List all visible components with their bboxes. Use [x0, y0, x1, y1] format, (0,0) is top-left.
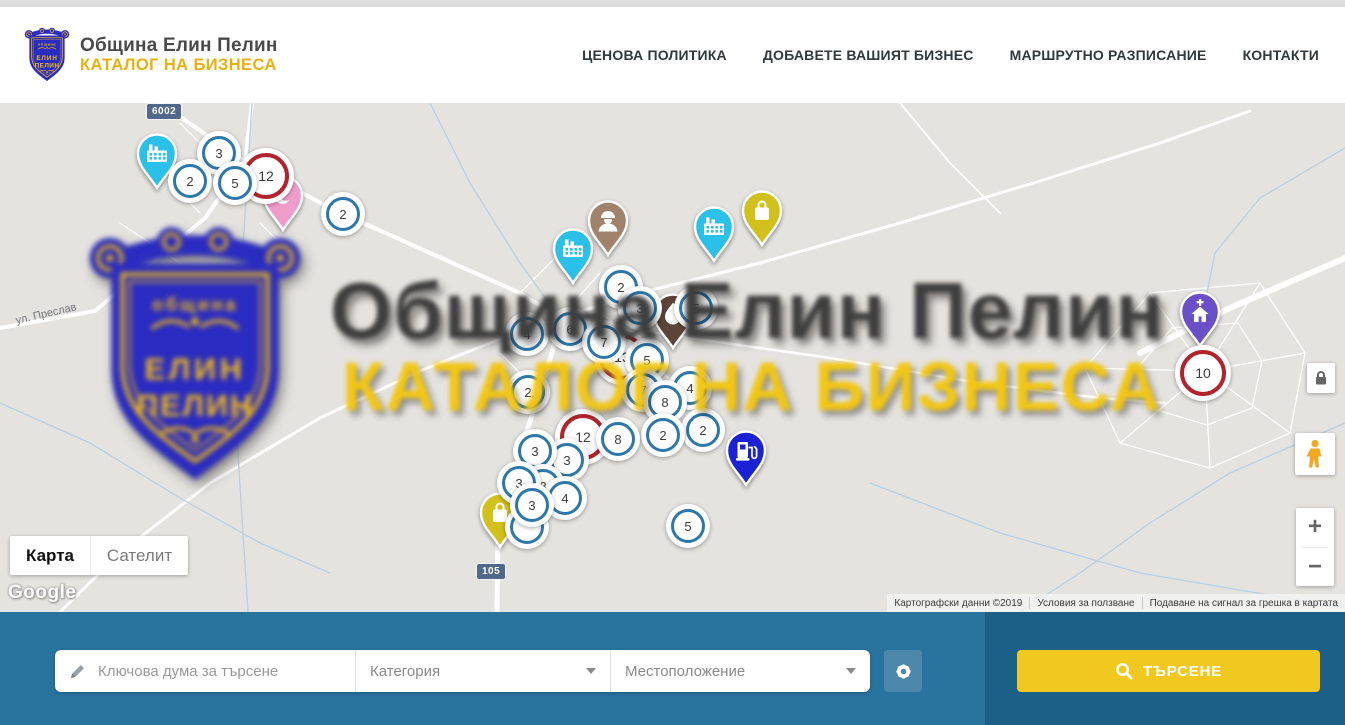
category-pin-bag[interactable] [740, 189, 784, 247]
site-subtitle: КАТАЛОГ НА БИЗНЕСА [80, 56, 278, 75]
category-select[interactable]: Категория [355, 650, 610, 692]
pencil-icon [69, 663, 86, 680]
watermark-crest [84, 220, 306, 492]
nav-route-schedule[interactable]: МАРШРУТНО РАЗПИСАНИЕ [1010, 47, 1207, 63]
cluster-marker[interactable]: 5 [213, 161, 257, 205]
map-attribution: Картографски данни ©2019 Условия за полз… [887, 594, 1345, 612]
nav-add-business[interactable]: ДОБАВЕТЕ ВАШИЯТ БИЗНЕС [763, 47, 974, 63]
pegman-icon [1304, 439, 1326, 469]
search-icon [1115, 662, 1133, 680]
cluster-marker[interactable]: 10 [1175, 345, 1231, 401]
cluster-marker[interactable]: 5 [666, 504, 710, 548]
location-select[interactable]: Местоположение [610, 650, 870, 692]
search-button[interactable]: ТЪРСЕНЕ [1017, 650, 1320, 692]
google-logo[interactable]: Google [8, 582, 76, 604]
zoom-in-button[interactable]: + [1296, 508, 1334, 547]
watermark-subtitle: КАТАЛОГ НА БИЗНЕСА [342, 347, 1161, 426]
attribution-terms-link[interactable]: Условия за ползване [1030, 598, 1141, 609]
nav-contacts[interactable]: КОНТАКТИ [1243, 47, 1319, 63]
gear-icon [894, 662, 913, 681]
attribution-copyright: Картографски данни ©2019 [887, 598, 1029, 609]
category-pin-fuel[interactable] [724, 429, 768, 487]
chevron-down-icon [586, 668, 596, 674]
cluster-marker[interactable]: 2 [321, 192, 365, 236]
road-number-badge: 105 [477, 564, 505, 579]
attribution-report-link[interactable]: Подаване на сигнал за грешка в картата [1143, 598, 1345, 609]
zoom-out-button[interactable]: − [1296, 548, 1334, 587]
category-select-value: Категория [370, 663, 440, 680]
site-title: Община Елин Пелин [80, 35, 278, 57]
map-type-satellite-button[interactable]: Сателит [90, 536, 188, 575]
main-nav: ЦЕНОВА ПОЛИТИКА ДОБАВЕТЕ ВАШИЯТ БИЗНЕС М… [582, 47, 1319, 63]
watermark-title: Община Елин Пелин [330, 265, 1165, 357]
fullscreen-lock-button[interactable] [1307, 363, 1335, 393]
site-logo[interactable]: Община Елин Пелин КАТАЛОГ НА БИЗНЕСА [24, 26, 278, 84]
map-canvas[interactable]: ул. Преславбул. „Новоселции" 6002105 123… [0, 103, 1345, 612]
advanced-settings-button[interactable] [884, 650, 922, 692]
search-button-label: ТЪРСЕНЕ [1143, 663, 1222, 680]
nav-pricing-policy[interactable]: ЦЕНОВА ПОЛИТИКА [582, 47, 727, 63]
road-number-badge: 6002 [147, 104, 181, 119]
street-view-pegman[interactable] [1295, 433, 1335, 475]
search-bar: Категория Местоположение ТЪРСЕНЕ [0, 612, 1345, 725]
keyword-field[interactable] [55, 650, 355, 692]
municipality-crest-icon [24, 26, 70, 84]
site-header: Община Елин Пелин КАТАЛОГ НА БИЗНЕСА ЦЕН… [0, 0, 1345, 103]
lock-icon [1312, 369, 1330, 387]
cluster-marker[interactable]: 3 [510, 483, 554, 527]
category-pin-church[interactable] [1178, 290, 1222, 348]
map-type-control: Карта Сателит [10, 536, 188, 575]
zoom-control: + − [1296, 508, 1334, 586]
keyword-search-input[interactable] [96, 662, 355, 681]
location-select-value: Местоположение [625, 663, 745, 680]
cluster-marker[interactable]: 2 [168, 159, 212, 203]
category-pin-factory[interactable] [692, 205, 736, 263]
chevron-down-icon [846, 668, 856, 674]
search-form: Категория Местоположение [55, 650, 870, 692]
map-type-map-button[interactable]: Карта [10, 536, 90, 575]
